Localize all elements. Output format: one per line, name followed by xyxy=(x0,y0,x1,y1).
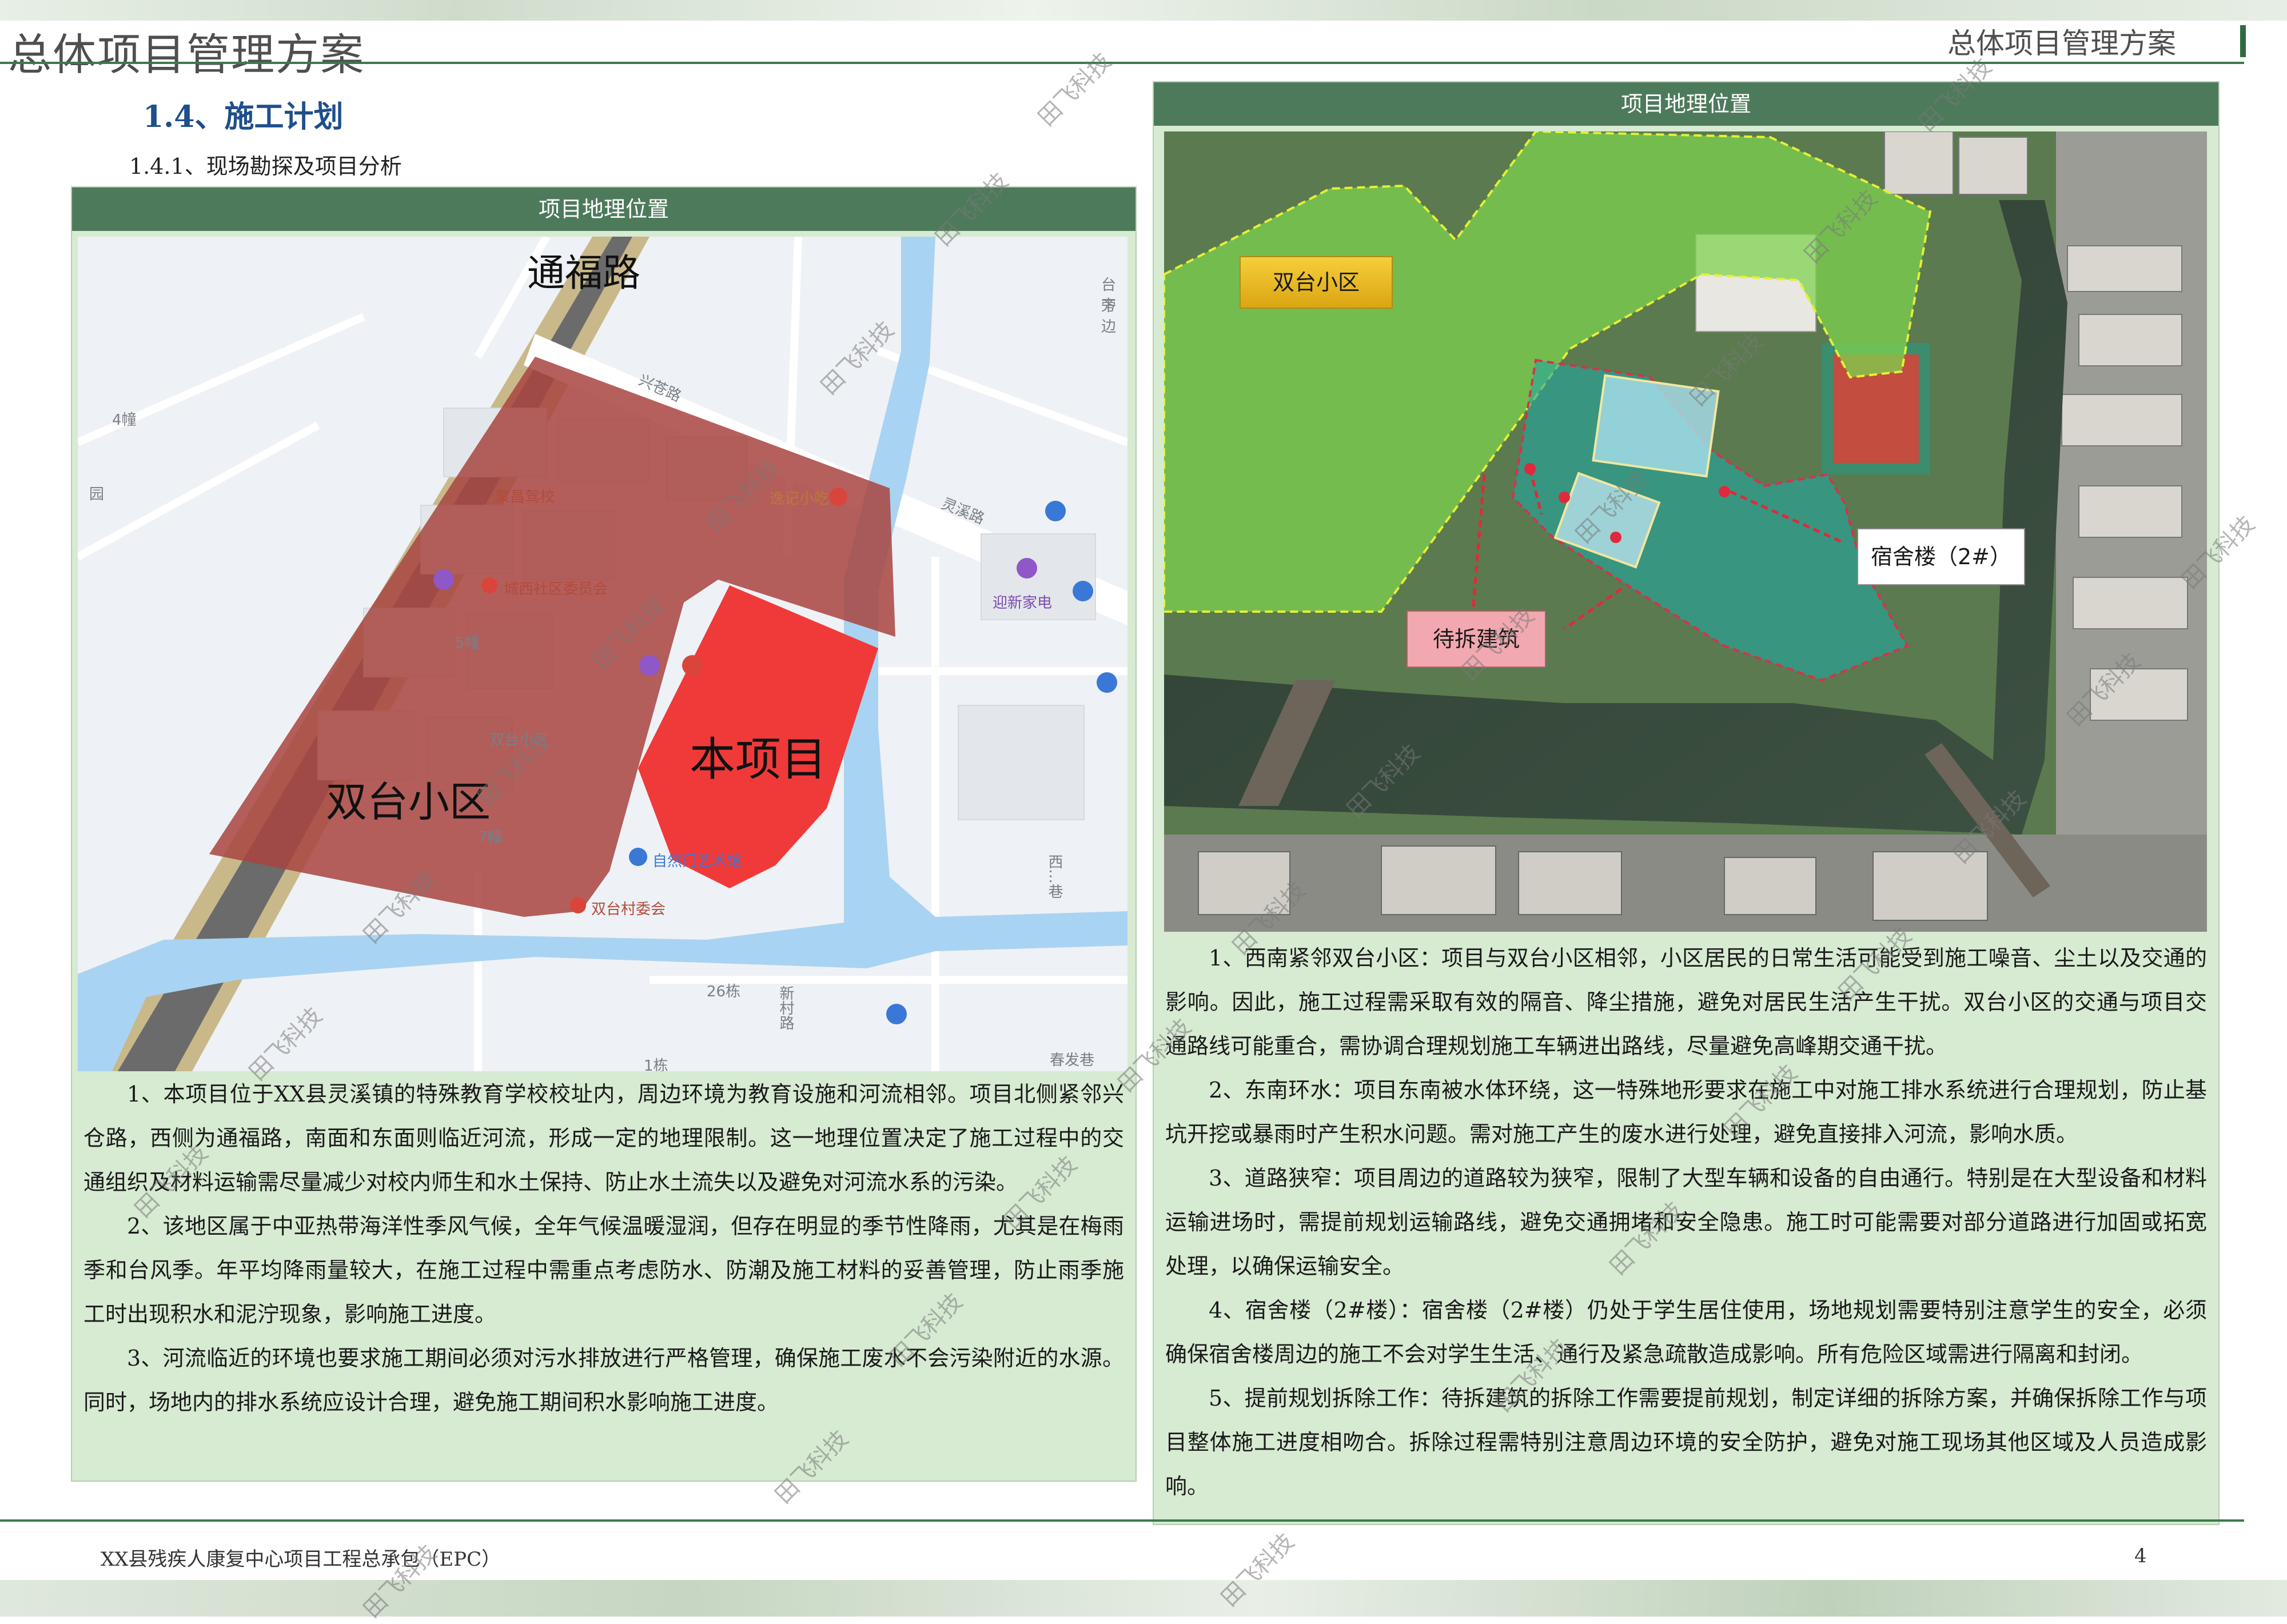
right-paragraph: 5、提前规划拆除工作：待拆建筑的拆除工作需要提前规划，制定详细的拆除方案，并确保… xyxy=(1165,1386,2207,1499)
map-small-label: 1栋 xyxy=(644,1058,668,1071)
map-road-xincun: 新村路 xyxy=(777,985,794,1030)
map-poi-snack: 逸记小吃 xyxy=(770,490,830,508)
right-paragraph: 4、宿舍楼（2#楼）：宿舍楼（2#楼）仍处于学生居住使用，场地规划需要特别注意学… xyxy=(1165,1298,2207,1367)
watermark: 田飞科技 xyxy=(1033,47,1117,131)
map-small-label: 26栋 xyxy=(707,983,741,1000)
header-title-right: 总体项目管理方案 xyxy=(1947,27,2176,60)
map-poi-village-committee: 双台村委会 xyxy=(591,901,666,918)
map-label-zone: 双台小区 xyxy=(326,778,491,826)
map-poi-driving-school: 聚昌驾校 xyxy=(495,489,555,506)
header-divider xyxy=(0,62,2244,64)
left-panel-text: 1、本项目位于XX县灵溪镇的特殊教育学校校址内，周边环境为教育设施和河流相邻。项… xyxy=(83,1072,1124,1425)
tag-dorm: 宿舍楼（2#） xyxy=(1857,528,2025,585)
map-road-xi: 西…巷 xyxy=(1046,854,1063,899)
map-poi-art-museum: 自然门艺术馆 xyxy=(652,853,742,870)
header-title-left: 总体项目管理方案 xyxy=(8,29,365,80)
aerial-graphic xyxy=(1164,131,2207,932)
map-small-label: 5幢 xyxy=(455,635,480,652)
bottom-decor-band xyxy=(0,1580,2287,1617)
left-panel: 项目地理位置 通福路 双台小区 本项目 兴苍路 灵溪路 新村路 春发巷 西…巷 … xyxy=(71,186,1137,1482)
right-paragraph: 1、西南紧邻双台小区：项目与双台小区相邻，小区居民的日常生活可能受到施工噪音、尘… xyxy=(1165,945,2207,1059)
aerial-photo: 双台小区 宿舍楼（2#） 待拆建筑 xyxy=(1164,131,2207,932)
footer-divider xyxy=(0,1519,2244,1522)
map-road-chunfa: 春发巷 xyxy=(1050,1052,1095,1069)
page-number: 4 xyxy=(2134,1545,2147,1567)
map-poi-appliance: 迎新家电 xyxy=(993,594,1053,612)
right-paragraph: 3、道路狭窄：项目周边的道路较为狭窄，限制了大型车辆和设备的自由通行。特别是在大… xyxy=(1165,1166,2207,1279)
left-paragraph: 3、河流临近的环境也要求施工期间必须对污水排放进行严格管理，确保施工废水不会污染… xyxy=(83,1346,1124,1415)
map-label-project: 本项目 xyxy=(690,733,827,786)
map-label-tongfu-road: 通福路 xyxy=(527,251,640,295)
map-small-label: 7幢 xyxy=(478,829,503,846)
right-panel: 项目地理位置 双台小区 宿舍楼（2#） 待拆建筑 1、西南紧邻双台小区：项目与双… xyxy=(1153,81,2220,1525)
sub-heading: 1.4.1、现场勘探及项目分析 xyxy=(129,154,402,179)
section-heading: 1.4、施工计划 xyxy=(143,99,344,134)
top-decor-band xyxy=(0,0,2287,21)
map-small-label: 4幢 xyxy=(112,412,137,429)
map-small-label: 旁边 xyxy=(1101,297,1117,336)
header-accent-bar xyxy=(2240,25,2246,57)
tag-zone: 双台小区 xyxy=(1240,256,1393,309)
right-panel-text: 1、西南紧邻双台小区：项目与双台小区相邻，小区居民的日常生活可能受到施工噪音、尘… xyxy=(1165,936,2207,1509)
left-paragraph: 1、本项目位于XX县灵溪镇的特殊教育学校校址内，周边环境为教育设施和河流相邻。项… xyxy=(83,1082,1124,1195)
right-paragraph: 2、东南环水：项目东南被水体环绕，这一特殊地形要求在施工中对施工排水系统进行合理… xyxy=(1165,1078,2207,1147)
map-small-label: 园 xyxy=(89,486,105,503)
map-poi-community-committee: 城西社区委员会 xyxy=(504,581,608,598)
left-paragraph: 2、该地区属于中亚热带海洋性季风气候，全年气候温暖湿润，但存在明显的季节性降雨，… xyxy=(83,1214,1124,1327)
right-panel-title: 项目地理位置 xyxy=(1154,82,2218,126)
